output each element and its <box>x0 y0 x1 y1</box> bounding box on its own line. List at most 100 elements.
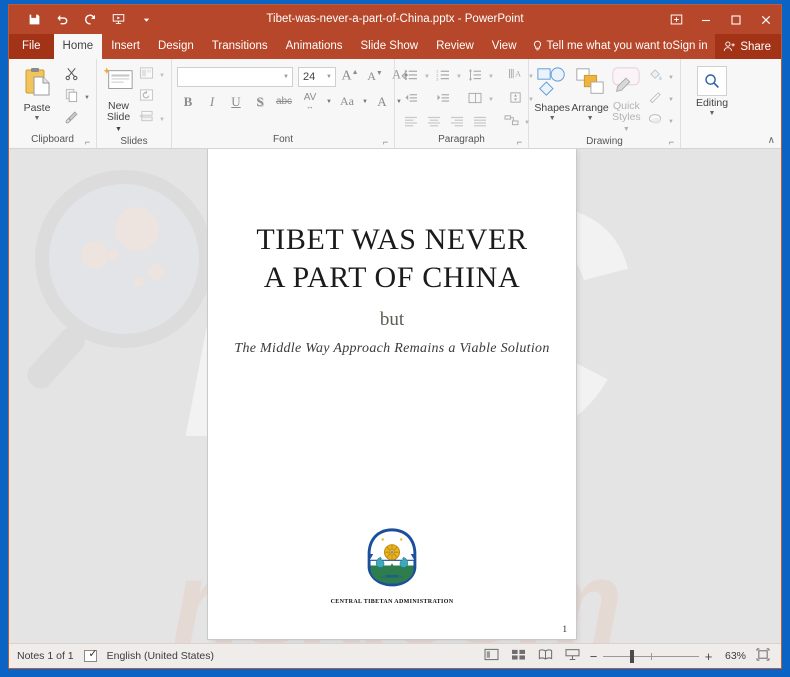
font-name-input[interactable]: ▼ <box>177 66 293 87</box>
copy-button[interactable] <box>60 87 82 108</box>
shape-fill-dropdown-icon[interactable]: ▼ <box>667 75 675 81</box>
font-color-button[interactable]: A <box>371 91 393 112</box>
text-shadow-button[interactable]: S <box>249 91 271 112</box>
zoom-track[interactable] <box>603 647 699 665</box>
shape-effects-dropdown-icon[interactable]: ▼ <box>667 119 675 125</box>
font-name-dropdown-icon[interactable]: ▼ <box>282 74 290 80</box>
decrease-indent-button[interactable] <box>400 89 422 110</box>
font-size-input[interactable]: 24 ▼ <box>298 66 336 87</box>
arrange-dropdown-icon[interactable]: ▼ <box>587 115 594 122</box>
save-button[interactable] <box>21 8 47 31</box>
bullets-button[interactable] <box>400 66 422 87</box>
slide-subtitle[interactable]: The Middle Way Approach Remains a Viable… <box>208 341 576 357</box>
line-spacing-button[interactable] <box>464 66 486 87</box>
numbering-button[interactable]: 123 <box>432 66 454 87</box>
increase-font-size-button[interactable]: A▲ <box>339 66 361 87</box>
underline-button[interactable]: U <box>225 91 247 112</box>
bullets-dropdown-icon[interactable]: ▼ <box>423 74 431 80</box>
tab-view[interactable]: View <box>483 34 526 59</box>
language-status[interactable]: English (United States) <box>107 650 214 662</box>
tab-file[interactable]: File <box>9 34 54 59</box>
character-spacing-dropdown-icon[interactable]: ▼ <box>325 99 333 105</box>
change-case-button[interactable]: Aa <box>335 91 359 112</box>
align-right-button[interactable] <box>446 112 468 133</box>
undo-button[interactable] <box>49 8 75 31</box>
spellcheck-icon[interactable] <box>83 647 98 662</box>
shape-effects-button[interactable] <box>644 111 666 132</box>
slide-title[interactable]: TIBET WAS NEVER A PART OF CHINA <box>228 221 556 297</box>
align-text-button[interactable] <box>504 89 526 110</box>
start-slideshow-button[interactable] <box>105 8 131 31</box>
shape-fill-button[interactable] <box>644 67 666 88</box>
columns-button[interactable] <box>464 89 486 110</box>
reading-view-button[interactable] <box>535 647 555 665</box>
sign-in-link[interactable]: Sign in <box>672 34 713 59</box>
convert-to-smartart-button[interactable] <box>500 112 522 133</box>
maximize-button[interactable] <box>721 5 751 34</box>
zoom-slider[interactable]: − + <box>589 647 713 665</box>
editing-dropdown-icon[interactable]: ▼ <box>709 110 716 117</box>
tab-transitions[interactable]: Transitions <box>203 34 277 59</box>
align-left-button[interactable] <box>400 112 422 133</box>
strikethrough-button[interactable]: abc <box>273 91 295 112</box>
close-button[interactable] <box>751 5 781 34</box>
shape-outline-button[interactable] <box>644 89 666 110</box>
slide-sorter-button[interactable] <box>508 647 528 665</box>
zoom-level-label[interactable]: 63% <box>720 650 746 662</box>
change-case-dropdown-icon[interactable]: ▼ <box>361 99 369 105</box>
italic-button[interactable]: I <box>201 91 223 112</box>
redo-button[interactable] <box>77 8 103 31</box>
arrange-button[interactable]: Arrange ▼ <box>571 64 609 122</box>
tab-home[interactable]: Home <box>53 34 103 59</box>
font-size-dropdown-icon[interactable]: ▼ <box>325 74 333 80</box>
zoom-out-button[interactable]: − <box>589 650 598 663</box>
reset-button[interactable] <box>135 87 157 108</box>
zoom-in-button[interactable]: + <box>704 650 713 663</box>
tab-insert[interactable]: Insert <box>102 34 149 59</box>
tab-slide-show[interactable]: Slide Show <box>352 34 428 59</box>
share-button[interactable]: Share <box>715 34 781 59</box>
slide-canvas[interactable]: TIBET WAS NEVER A PART OF CHINA but The … <box>208 149 576 639</box>
zoom-slider-thumb[interactable] <box>630 649 634 663</box>
line-spacing-dropdown-icon[interactable]: ▼ <box>487 74 495 80</box>
new-slide-button[interactable]: New Slide ▼ <box>102 64 135 135</box>
paste-button[interactable]: Paste ▼ <box>14 64 60 122</box>
increase-indent-button[interactable] <box>432 89 454 110</box>
font-dialog-launcher[interactable]: ⌐ <box>381 138 390 147</box>
character-spacing-button[interactable]: AV ↔ <box>297 91 323 112</box>
decrease-font-size-button[interactable]: A▼ <box>364 66 386 87</box>
paragraph-dialog-launcher[interactable]: ⌐ <box>515 138 524 147</box>
tab-review[interactable]: Review <box>427 34 483 59</box>
tab-animations[interactable]: Animations <box>277 34 352 59</box>
customize-qat-button[interactable] <box>133 8 159 31</box>
copy-dropdown-icon[interactable]: ▼ <box>83 95 91 101</box>
drawing-dialog-launcher[interactable]: ⌐ <box>667 138 676 147</box>
notes-status[interactable]: Notes 1 of 1 <box>17 650 74 662</box>
bold-button[interactable]: B <box>177 91 199 112</box>
fit-to-window-button[interactable] <box>753 647 773 665</box>
text-direction-button[interactable]: A <box>504 66 526 87</box>
numbering-dropdown-icon[interactable]: ▼ <box>455 74 463 80</box>
shape-outline-dropdown-icon[interactable]: ▼ <box>667 97 675 103</box>
tab-design[interactable]: Design <box>149 34 203 59</box>
tell-me-search[interactable]: Tell me what you want to <box>532 34 672 59</box>
clipboard-dialog-launcher[interactable]: ⌐ <box>83 138 92 147</box>
quick-styles-button[interactable]: Quick Styles ▼ <box>610 64 643 135</box>
section-dropdown-icon[interactable]: ▼ <box>158 117 166 123</box>
ribbon-display-options-button[interactable] <box>661 5 691 34</box>
cut-button[interactable] <box>60 65 82 86</box>
center-button[interactable] <box>423 112 445 133</box>
normal-view-button[interactable] <box>481 647 501 665</box>
editing-button[interactable]: Editing ▼ <box>689 64 735 117</box>
layout-button[interactable] <box>135 65 157 86</box>
collapse-ribbon-button[interactable]: ∧ <box>768 135 775 146</box>
paste-dropdown-icon[interactable]: ▼ <box>34 115 41 122</box>
minimize-button[interactable] <box>691 5 721 34</box>
layout-dropdown-icon[interactable]: ▼ <box>158 73 166 79</box>
shapes-dropdown-icon[interactable]: ▼ <box>549 115 556 122</box>
format-painter-button[interactable] <box>60 109 82 130</box>
section-button[interactable] <box>135 109 157 130</box>
columns-dropdown-icon[interactable]: ▼ <box>487 97 495 103</box>
slideshow-view-button[interactable] <box>562 647 582 665</box>
shapes-button[interactable]: Shapes ▼ <box>534 64 570 122</box>
